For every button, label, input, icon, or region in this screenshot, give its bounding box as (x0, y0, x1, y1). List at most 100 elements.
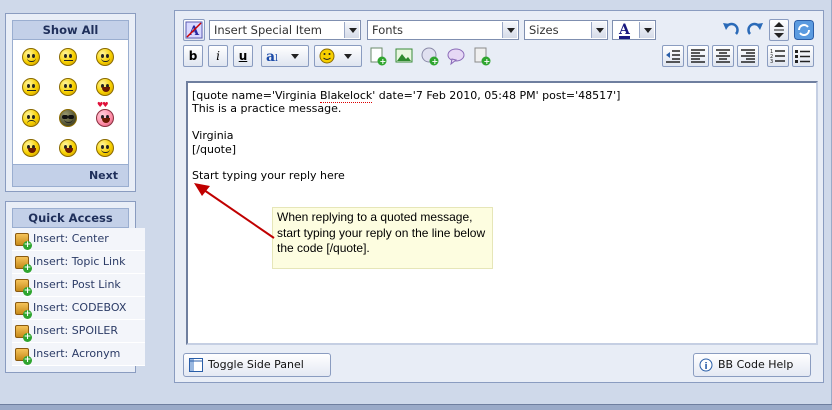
pointer-arrow-icon (194, 183, 275, 239)
special-item-select[interactable]: Insert Special Item (209, 20, 361, 40)
toggle-side-panel-label: Toggle Side Panel (208, 358, 304, 371)
instruction-callout: When replying to a quoted message, start… (272, 207, 493, 269)
show-all-link[interactable]: Show All (12, 20, 129, 40)
chevron-down-icon (639, 22, 654, 38)
font-color-select[interactable]: A (612, 20, 656, 40)
remove-format-icon: A (185, 21, 203, 39)
special-item-value: Insert Special Item (214, 23, 322, 37)
svg-text:3: 3 (770, 59, 773, 64)
tongue-icon[interactable] (96, 139, 114, 157)
quick-access-item[interactable]: Insert: SPOILER (12, 320, 145, 343)
smiley-grid (12, 40, 129, 164)
insert-email-icon[interactable]: + (420, 46, 440, 66)
outdent-icon (666, 50, 680, 63)
align-right-button[interactable] (737, 45, 759, 67)
font-color-icon: A (619, 22, 630, 39)
quick-access-label: Insert: Post Link (33, 278, 121, 291)
smile-icon[interactable] (22, 48, 40, 66)
refresh-icon[interactable] (794, 20, 814, 40)
remove-format-button[interactable]: A (183, 19, 205, 41)
svg-text:l: l (275, 54, 278, 64)
quick-access-item[interactable]: Insert: Topic Link (12, 251, 145, 274)
quick-access-item[interactable]: Insert: Acronym (12, 343, 145, 366)
quick-access-label: Insert: CODEBOX (33, 301, 127, 314)
font-style-icon: a l (266, 49, 299, 65)
quick-access-panel: Quick Access Insert: Center Insert: Topi… (5, 201, 145, 373)
align-left-button[interactable] (687, 45, 709, 67)
text-line: [quote name='Virginia (192, 89, 320, 102)
chevron-down-icon (591, 22, 606, 38)
insert-code-icon[interactable]: + (472, 46, 492, 66)
text-line: ' date='7 Feb 2010, 05:48 PM' post='4851… (372, 89, 621, 102)
quick-access-list: Insert: Center Insert: Topic Link Insert… (12, 228, 145, 366)
svg-text:+: + (432, 57, 439, 66)
quick-access-item[interactable]: Insert: Center (12, 228, 145, 251)
numbered-list-button[interactable]: 123 (767, 45, 789, 67)
sizes-select[interactable]: Sizes (524, 20, 608, 40)
text-line: Virginia (192, 129, 234, 143)
numbered-list-icon: 123 (770, 49, 785, 65)
cool-icon[interactable] (59, 109, 77, 127)
svg-text:+: + (380, 57, 387, 66)
package-add-icon (15, 255, 32, 273)
quick-access-label: Insert: Center (33, 232, 109, 245)
package-add-icon (15, 278, 32, 296)
neutral-icon[interactable] (22, 78, 40, 96)
package-add-icon (15, 324, 32, 342)
next-smileys-link[interactable]: Next (12, 164, 129, 187)
bb-code-help-label: BB Code Help (718, 358, 794, 371)
chevron-down-icon (502, 22, 517, 38)
rich-text-editor: A Insert Special Item Fonts Sizes A b i … (174, 10, 824, 383)
bullet-list-icon (795, 50, 810, 63)
angry-icon[interactable] (22, 109, 40, 127)
smiley-panel: Show All Next (5, 13, 136, 192)
quick-access-item[interactable]: Insert: CODEBOX (12, 297, 145, 320)
font-style-button[interactable]: a l (261, 45, 309, 67)
align-center-button[interactable] (712, 45, 734, 67)
quick-access-label: Insert: Topic Link (33, 255, 126, 268)
bold-button[interactable]: b (183, 45, 203, 67)
package-add-icon (15, 347, 32, 365)
bb-code-help-button[interactable]: i BB Code Help (693, 353, 811, 377)
align-left-icon (691, 49, 705, 63)
quick-access-label: Insert: SPOILER (33, 324, 118, 337)
insert-quote-icon[interactable] (446, 46, 466, 66)
emoticon-icon (319, 48, 352, 64)
outdent-button[interactable] (662, 45, 684, 67)
bottom-strip (0, 404, 832, 410)
info-icon: i (699, 358, 713, 372)
fonts-value: Fonts (372, 23, 404, 37)
align-right-icon (741, 49, 755, 63)
package-add-icon (15, 232, 32, 250)
bullet-list-button[interactable] (792, 45, 814, 67)
love-icon[interactable] (96, 101, 114, 127)
insert-image-icon[interactable] (394, 46, 414, 66)
align-center-icon (716, 49, 730, 63)
quick-access-title: Quick Access (12, 208, 129, 228)
svg-text:a: a (266, 49, 275, 65)
quick-access-item[interactable]: Insert: Post Link (12, 274, 145, 297)
text-line: This is a practice message. (192, 102, 342, 116)
undo-icon[interactable] (721, 20, 741, 40)
confused-icon[interactable] (59, 78, 77, 96)
insert-link-icon[interactable]: + (368, 46, 388, 66)
quick-access-label: Insert: Acronym (33, 347, 121, 360)
grin-icon[interactable] (96, 48, 114, 66)
italic-button[interactable]: i (208, 45, 228, 67)
wink-icon[interactable] (59, 48, 77, 66)
chevron-down-icon (344, 22, 359, 38)
redo-icon[interactable] (745, 20, 765, 40)
toggle-side-panel-button[interactable]: Toggle Side Panel (183, 353, 331, 377)
misspelled-word: Blakelock (319, 89, 373, 103)
surprised-icon[interactable] (22, 139, 40, 157)
big-grin-icon[interactable] (59, 139, 77, 157)
resize-editor-button[interactable] (769, 19, 789, 41)
sizes-value: Sizes (529, 23, 559, 37)
underline-button[interactable]: u (233, 45, 253, 67)
eyes-icon[interactable] (96, 78, 114, 96)
emoticon-button[interactable] (314, 45, 362, 67)
svg-text:i: i (705, 362, 708, 372)
resize-vertical-icon (774, 22, 784, 38)
fonts-select[interactable]: Fonts (367, 20, 519, 40)
side-panel-icon (189, 358, 203, 372)
